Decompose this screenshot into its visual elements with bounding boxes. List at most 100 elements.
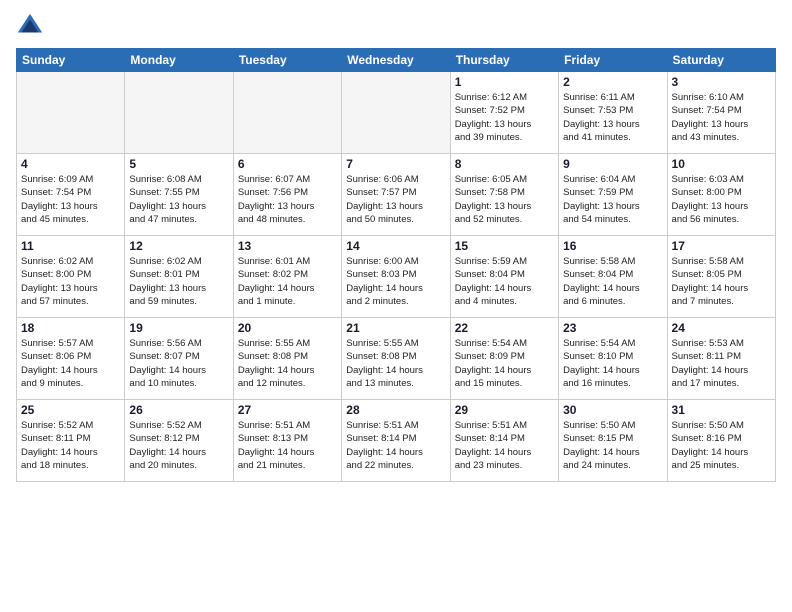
col-header-thursday: Thursday [450, 49, 558, 72]
day-number: 28 [346, 403, 445, 417]
day-number: 12 [129, 239, 228, 253]
calendar-cell: 19 Sunrise: 5:56 AM Sunset: 8:07 PM Dayli… [125, 318, 233, 400]
day-number: 11 [21, 239, 120, 253]
day-number: 1 [455, 75, 554, 89]
calendar-cell [342, 72, 450, 154]
calendar-week-2: 4 Sunrise: 6:09 AM Sunset: 7:54 PM Daylig… [17, 154, 776, 236]
col-header-monday: Monday [125, 49, 233, 72]
page: SundayMondayTuesdayWednesdayThursdayFrid… [0, 0, 792, 612]
calendar-header-row: SundayMondayTuesdayWednesdayThursdayFrid… [17, 49, 776, 72]
day-detail: Sunrise: 6:04 AM Sunset: 7:59 PM Dayligh… [563, 173, 662, 226]
day-detail: Sunrise: 6:09 AM Sunset: 7:54 PM Dayligh… [21, 173, 120, 226]
calendar-cell: 11 Sunrise: 6:02 AM Sunset: 8:00 PM Dayli… [17, 236, 125, 318]
calendar-cell: 29 Sunrise: 5:51 AM Sunset: 8:14 PM Dayli… [450, 400, 558, 482]
col-header-friday: Friday [559, 49, 667, 72]
day-detail: Sunrise: 6:06 AM Sunset: 7:57 PM Dayligh… [346, 173, 445, 226]
calendar-cell: 15Sunrise: 5:59 AM Sunset: 8:04 PM Dayli… [450, 236, 558, 318]
calendar-cell: 12 Sunrise: 6:02 AM Sunset: 8:01 PM Dayli… [125, 236, 233, 318]
day-number: 7 [346, 157, 445, 171]
col-header-wednesday: Wednesday [342, 49, 450, 72]
day-number: 25 [21, 403, 120, 417]
day-detail: Sunrise: 5:51 AM Sunset: 8:14 PM Dayligh… [346, 419, 445, 472]
calendar-cell: 18 Sunrise: 5:57 AM Sunset: 8:06 PM Dayli… [17, 318, 125, 400]
day-number: 3 [672, 75, 771, 89]
day-detail: Sunrise: 6:05 AM Sunset: 7:58 PM Dayligh… [455, 173, 554, 226]
calendar-cell: 6 Sunrise: 6:07 AM Sunset: 7:56 PM Daylig… [233, 154, 341, 236]
calendar-cell: 10Sunrise: 6:03 AM Sunset: 8:00 PM Dayli… [667, 154, 775, 236]
day-number: 21 [346, 321, 445, 335]
day-number: 19 [129, 321, 228, 335]
day-detail: Sunrise: 5:55 AM Sunset: 8:08 PM Dayligh… [346, 337, 445, 390]
logo [16, 12, 48, 40]
day-number: 6 [238, 157, 337, 171]
day-detail: Sunrise: 6:10 AM Sunset: 7:54 PM Dayligh… [672, 91, 771, 144]
day-number: 13 [238, 239, 337, 253]
day-number: 31 [672, 403, 771, 417]
day-detail: Sunrise: 5:59 AM Sunset: 8:04 PM Dayligh… [455, 255, 554, 308]
calendar-cell: 9 Sunrise: 6:04 AM Sunset: 7:59 PM Daylig… [559, 154, 667, 236]
day-number: 27 [238, 403, 337, 417]
day-detail: Sunrise: 5:57 AM Sunset: 8:06 PM Dayligh… [21, 337, 120, 390]
calendar-week-4: 18 Sunrise: 5:57 AM Sunset: 8:06 PM Dayli… [17, 318, 776, 400]
calendar-cell: 7 Sunrise: 6:06 AM Sunset: 7:57 PM Daylig… [342, 154, 450, 236]
day-detail: Sunrise: 5:50 AM Sunset: 8:15 PM Dayligh… [563, 419, 662, 472]
calendar-cell: 30 Sunrise: 5:50 AM Sunset: 8:15 PM Dayli… [559, 400, 667, 482]
day-detail: Sunrise: 6:02 AM Sunset: 8:00 PM Dayligh… [21, 255, 120, 308]
day-number: 26 [129, 403, 228, 417]
calendar-cell [125, 72, 233, 154]
calendar-cell [17, 72, 125, 154]
calendar-week-1: 1Sunrise: 6:12 AM Sunset: 7:52 PM Daylig… [17, 72, 776, 154]
day-number: 9 [563, 157, 662, 171]
day-number: 17 [672, 239, 771, 253]
calendar-cell: 2 Sunrise: 6:11 AM Sunset: 7:53 PM Daylig… [559, 72, 667, 154]
day-number: 8 [455, 157, 554, 171]
calendar-cell: 14Sunrise: 6:00 AM Sunset: 8:03 PM Dayli… [342, 236, 450, 318]
day-detail: Sunrise: 5:54 AM Sunset: 8:09 PM Dayligh… [455, 337, 554, 390]
day-detail: Sunrise: 5:50 AM Sunset: 8:16 PM Dayligh… [672, 419, 771, 472]
calendar-cell: 20 Sunrise: 5:55 AM Sunset: 8:08 PM Dayli… [233, 318, 341, 400]
day-detail: Sunrise: 6:01 AM Sunset: 8:02 PM Dayligh… [238, 255, 337, 308]
calendar-cell: 22 Sunrise: 5:54 AM Sunset: 8:09 PM Dayli… [450, 318, 558, 400]
day-number: 4 [21, 157, 120, 171]
day-detail: Sunrise: 5:53 AM Sunset: 8:11 PM Dayligh… [672, 337, 771, 390]
day-number: 5 [129, 157, 228, 171]
calendar-cell: 3 Sunrise: 6:10 AM Sunset: 7:54 PM Daylig… [667, 72, 775, 154]
col-header-sunday: Sunday [17, 49, 125, 72]
day-detail: Sunrise: 6:07 AM Sunset: 7:56 PM Dayligh… [238, 173, 337, 226]
day-detail: Sunrise: 6:02 AM Sunset: 8:01 PM Dayligh… [129, 255, 228, 308]
calendar-week-3: 11 Sunrise: 6:02 AM Sunset: 8:00 PM Dayli… [17, 236, 776, 318]
day-detail: Sunrise: 5:51 AM Sunset: 8:14 PM Dayligh… [455, 419, 554, 472]
day-detail: Sunrise: 5:58 AM Sunset: 8:05 PM Dayligh… [672, 255, 771, 308]
day-detail: Sunrise: 5:58 AM Sunset: 8:04 PM Dayligh… [563, 255, 662, 308]
day-detail: Sunrise: 6:08 AM Sunset: 7:55 PM Dayligh… [129, 173, 228, 226]
day-number: 2 [563, 75, 662, 89]
calendar-cell: 21 Sunrise: 5:55 AM Sunset: 8:08 PM Dayli… [342, 318, 450, 400]
day-number: 20 [238, 321, 337, 335]
calendar-cell: 4 Sunrise: 6:09 AM Sunset: 7:54 PM Daylig… [17, 154, 125, 236]
day-number: 18 [21, 321, 120, 335]
day-detail: Sunrise: 6:03 AM Sunset: 8:00 PM Dayligh… [672, 173, 771, 226]
day-detail: Sunrise: 5:56 AM Sunset: 8:07 PM Dayligh… [129, 337, 228, 390]
calendar-cell: 24Sunrise: 5:53 AM Sunset: 8:11 PM Dayli… [667, 318, 775, 400]
calendar-cell: 31 Sunrise: 5:50 AM Sunset: 8:16 PM Dayli… [667, 400, 775, 482]
logo-icon [16, 12, 44, 40]
day-detail: Sunrise: 6:11 AM Sunset: 7:53 PM Dayligh… [563, 91, 662, 144]
day-detail: Sunrise: 6:00 AM Sunset: 8:03 PM Dayligh… [346, 255, 445, 308]
day-detail: Sunrise: 5:51 AM Sunset: 8:13 PM Dayligh… [238, 419, 337, 472]
calendar-cell: 23Sunrise: 5:54 AM Sunset: 8:10 PM Dayli… [559, 318, 667, 400]
day-detail: Sunrise: 5:52 AM Sunset: 8:11 PM Dayligh… [21, 419, 120, 472]
day-detail: Sunrise: 5:52 AM Sunset: 8:12 PM Dayligh… [129, 419, 228, 472]
calendar-cell: 27 Sunrise: 5:51 AM Sunset: 8:13 PM Dayli… [233, 400, 341, 482]
calendar-cell: 17 Sunrise: 5:58 AM Sunset: 8:05 PM Dayli… [667, 236, 775, 318]
calendar-cell [233, 72, 341, 154]
day-number: 29 [455, 403, 554, 417]
calendar-cell: 25 Sunrise: 5:52 AM Sunset: 8:11 PM Dayli… [17, 400, 125, 482]
day-number: 22 [455, 321, 554, 335]
day-detail: Sunrise: 5:55 AM Sunset: 8:08 PM Dayligh… [238, 337, 337, 390]
day-number: 30 [563, 403, 662, 417]
calendar-cell: 16 Sunrise: 5:58 AM Sunset: 8:04 PM Dayli… [559, 236, 667, 318]
calendar-cell: 8 Sunrise: 6:05 AM Sunset: 7:58 PM Daylig… [450, 154, 558, 236]
calendar-cell: 5 Sunrise: 6:08 AM Sunset: 7:55 PM Daylig… [125, 154, 233, 236]
day-number: 16 [563, 239, 662, 253]
calendar-week-5: 25 Sunrise: 5:52 AM Sunset: 8:11 PM Dayli… [17, 400, 776, 482]
